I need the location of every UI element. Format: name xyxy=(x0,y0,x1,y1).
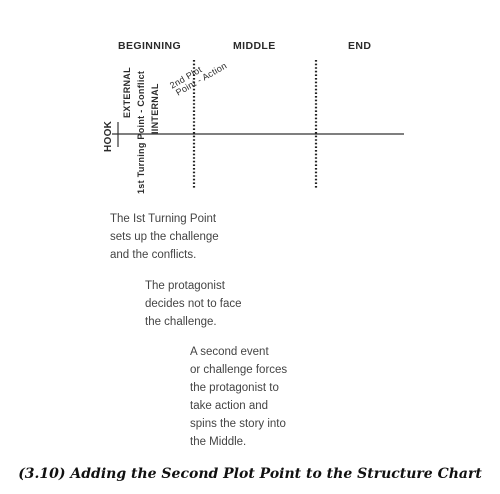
note-line: spins the story into xyxy=(190,418,286,430)
note-line: decides not to face xyxy=(145,298,242,310)
note-line: take action and xyxy=(190,400,269,412)
note-line: or challenge forces xyxy=(190,364,288,376)
note-line: The Ist Turning Point xyxy=(110,213,217,225)
note-line: and the conflicts. xyxy=(110,249,197,261)
note-protagonist-refuses: The protagonist decides not to face the … xyxy=(145,277,242,331)
header-beginning: BEGINNING xyxy=(118,40,182,52)
note-first-turning-point: The Ist Turning Point sets up the challe… xyxy=(110,210,219,264)
hook-label: HOOK xyxy=(103,120,114,152)
first-turning-point-label: 1st Turning Point - Conflict xyxy=(136,70,146,194)
header-middle: MIDDLE xyxy=(233,40,276,52)
figure-caption: (3.10) Adding the Second Plot Point to t… xyxy=(18,466,482,482)
note-second-event: A second event or challenge forces the p… xyxy=(190,343,287,451)
note-line: The protagonist xyxy=(145,280,225,292)
note-line: sets up the challenge xyxy=(110,231,219,243)
structure-chart: BEGINNING MIDDLE END HOOK EXTERNAL 1st T… xyxy=(0,0,500,494)
internal-label: IINTERNAL xyxy=(150,83,160,134)
external-label: EXTERNAL xyxy=(122,67,132,118)
note-line: A second event xyxy=(190,346,269,358)
note-line: the Middle. xyxy=(190,436,247,448)
note-line: the protagonist to xyxy=(190,382,279,394)
header-end: END xyxy=(348,40,372,52)
note-line: the challenge. xyxy=(145,316,217,328)
